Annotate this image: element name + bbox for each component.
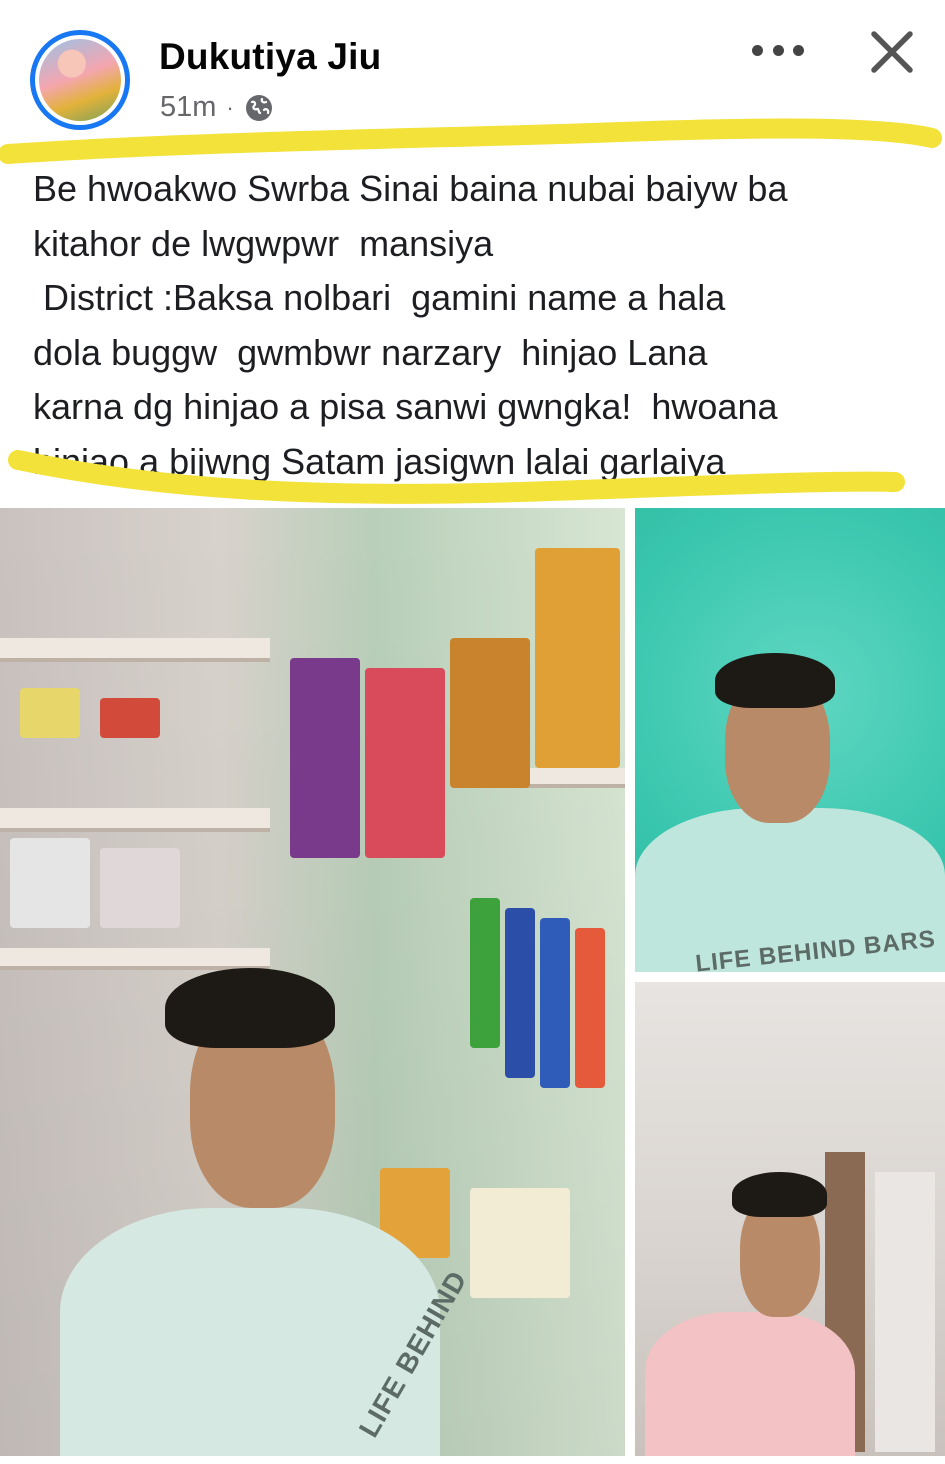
product-package [535,548,620,768]
more-icon[interactable] [752,38,804,62]
product-package [470,898,500,1048]
post-meta: 51m · [160,91,274,124]
person-hair [732,1172,827,1217]
product-package [365,668,445,858]
person-hair [165,968,335,1048]
post-body-text: Be hwoakwo Swrba Sinai baina nubai baiyw… [33,168,788,482]
product-package [100,698,160,738]
person-shirt [645,1312,855,1456]
author-name[interactable]: Dukutiya Jiu [159,36,381,78]
shop-shelf [0,948,270,970]
avatar-image [39,39,121,121]
hallway-door [875,1172,935,1452]
product-package [540,918,570,1088]
product-package [20,688,80,738]
person-hair [715,653,835,708]
product-package [450,638,530,788]
meta-separator: · [226,94,234,120]
shop-shelf [0,808,270,832]
globe-icon[interactable] [244,93,274,123]
post-timestamp[interactable]: 51m [160,91,216,124]
author-avatar[interactable] [30,30,130,130]
post-photo-main[interactable]: LIFE BEHIND [0,508,625,1456]
product-package [100,848,180,928]
product-package [290,658,360,858]
shop-shelf [0,638,270,662]
product-package [470,1188,570,1298]
product-package [505,908,535,1078]
product-package [10,838,90,928]
product-package [575,928,605,1088]
close-icon[interactable] [866,26,918,78]
post-photo-bottom-right[interactable] [635,982,945,1456]
post-header: Dukutiya Jiu 51m · [0,0,945,150]
post-photo-top-right[interactable]: LIFE BEHIND BARS [635,508,945,972]
